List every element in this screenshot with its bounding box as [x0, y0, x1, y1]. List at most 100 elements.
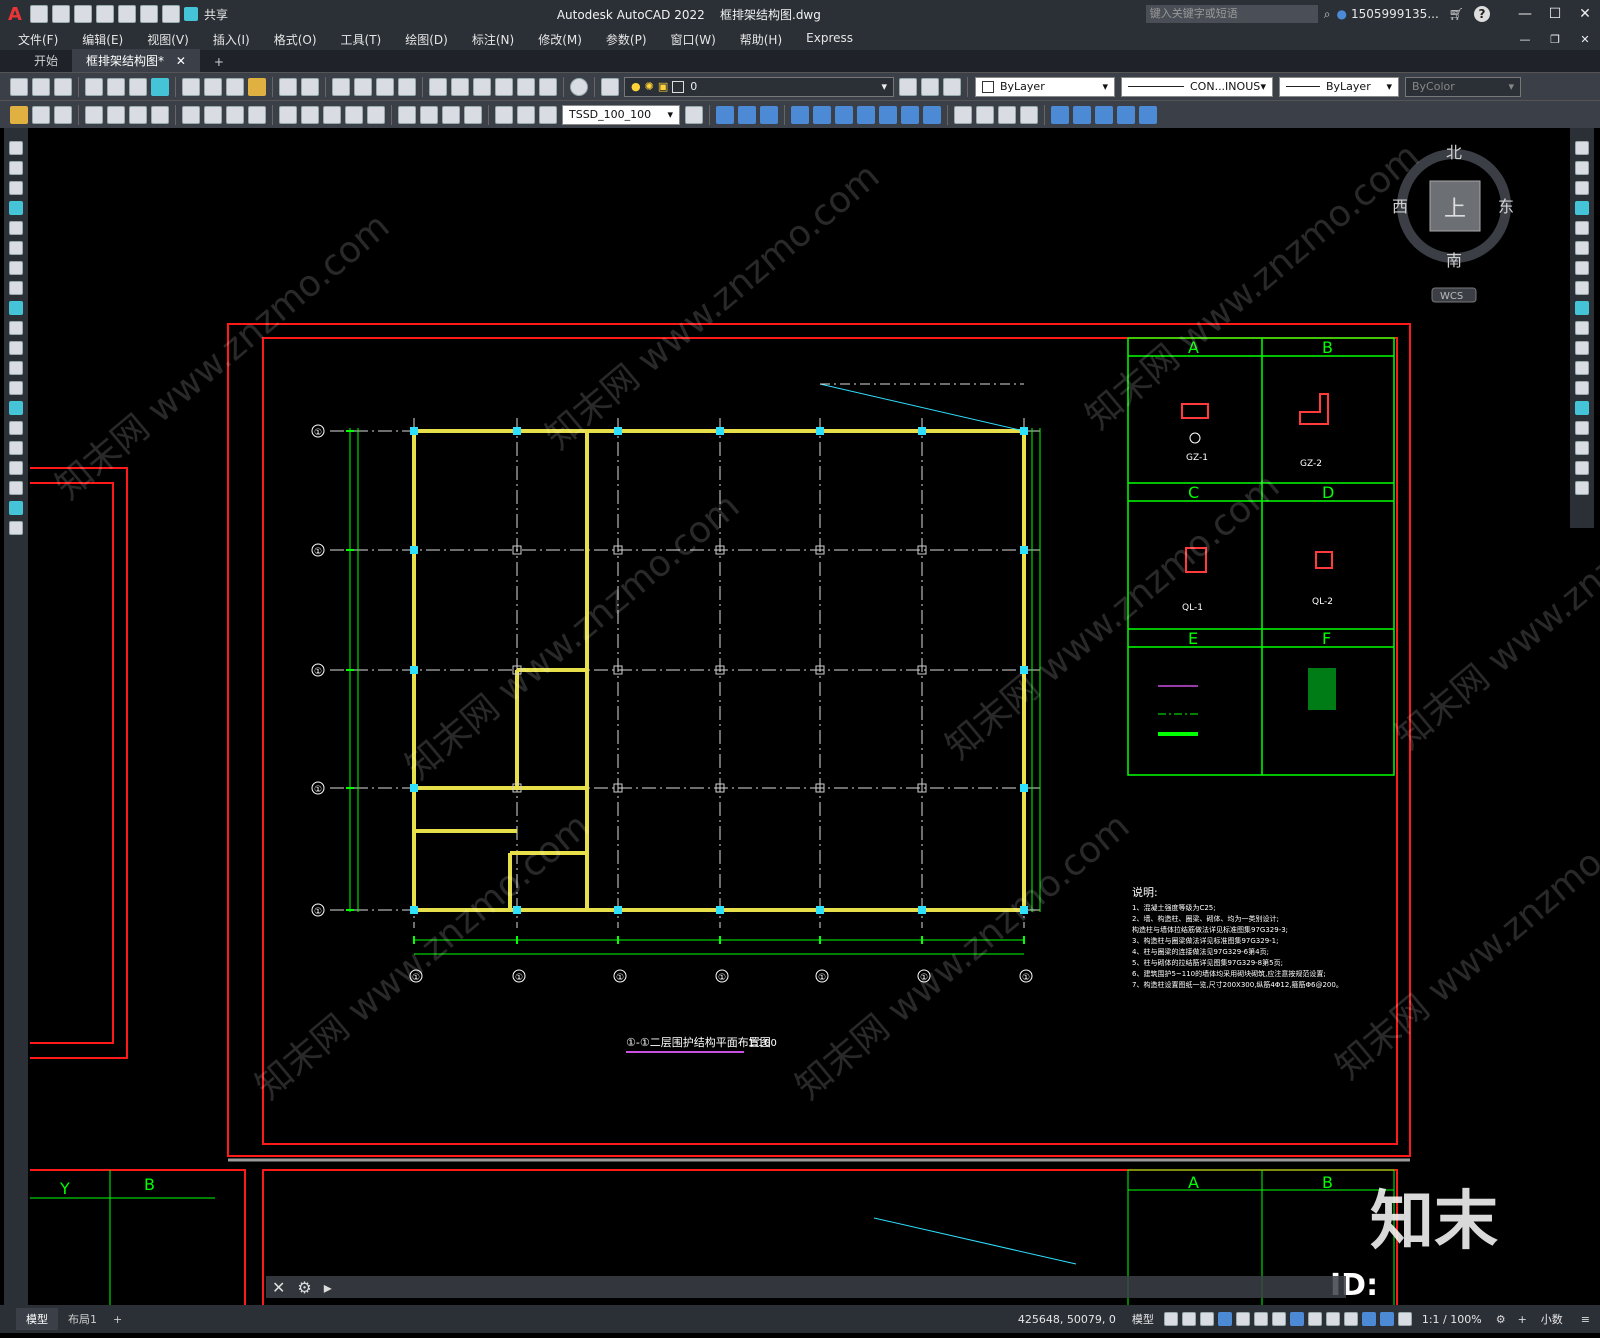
dim-style-icon[interactable]: [685, 105, 703, 124]
doc-minimize-button[interactable]: —: [1510, 33, 1540, 46]
modify-tool-icon[interactable]: [1575, 301, 1589, 315]
wrench-icon[interactable]: ⚙: [297, 1278, 311, 1297]
draw-tool-icon[interactable]: [9, 441, 23, 455]
annotation-visibility-icon[interactable]: [1379, 1312, 1394, 1326]
dim-update-icon[interactable]: [539, 105, 557, 124]
modify-tool-icon[interactable]: [1575, 221, 1589, 235]
dim-edit-icon[interactable]: [495, 105, 513, 124]
menu-item[interactable]: 帮助(H): [728, 31, 794, 48]
menu-item[interactable]: 编辑(E): [70, 31, 135, 48]
selection-cycle-icon[interactable]: [1289, 1312, 1304, 1326]
modify-tool-icon[interactable]: [1575, 341, 1589, 355]
help-icon[interactable]: [570, 77, 588, 96]
draw-tool-icon[interactable]: [9, 401, 23, 415]
qnew-icon[interactable]: [10, 77, 28, 96]
modify-tool-icon[interactable]: [976, 105, 994, 124]
dim-break-icon[interactable]: [367, 105, 385, 124]
snap-icon[interactable]: [1181, 1312, 1196, 1326]
modify-tool-icon[interactable]: [1575, 201, 1589, 215]
calculator-icon[interactable]: [539, 77, 557, 96]
plus-icon[interactable]: +: [1518, 1313, 1527, 1326]
matchprop-icon[interactable]: [248, 77, 266, 96]
modify-tool-icon[interactable]: [1051, 105, 1069, 124]
dim-baseline-icon[interactable]: [301, 105, 319, 124]
search-icon[interactable]: ⌕: [1324, 7, 1331, 22]
dim-space-icon[interactable]: [345, 105, 363, 124]
modify-tool-icon[interactable]: [1575, 361, 1589, 375]
inspection-icon[interactable]: [442, 105, 460, 124]
dim-angular-icon[interactable]: [248, 105, 266, 124]
help-icon[interactable]: ?: [1474, 6, 1490, 22]
layout-tab[interactable]: 布局1: [58, 1308, 107, 1330]
tab-drawing[interactable]: 框排架结构图* ✕: [72, 49, 200, 72]
model-tab[interactable]: 模型: [16, 1308, 58, 1330]
modify-tool-icon[interactable]: [1575, 481, 1589, 495]
undo-icon[interactable]: [139, 5, 158, 23]
cut-icon[interactable]: [182, 77, 200, 96]
modify-tool-icon[interactable]: [1575, 441, 1589, 455]
search-input[interactable]: 键入关键字或短语: [1145, 5, 1318, 23]
draw-tool-icon[interactable]: [9, 281, 23, 295]
osnap-icon[interactable]: [1235, 1312, 1250, 1326]
modify-tool-icon[interactable]: [1575, 321, 1589, 335]
dim-ordinate-icon[interactable]: [151, 105, 169, 124]
model-space-button[interactable]: 模型: [1132, 1311, 1154, 1327]
layer-properties-icon[interactable]: [601, 77, 619, 96]
draw-tool-icon[interactable]: [9, 501, 23, 515]
layer-state-icon[interactable]: [943, 77, 961, 96]
modify-tool-icon[interactable]: [1575, 461, 1589, 475]
autocad-logo[interactable]: A: [8, 4, 22, 25]
zoom-realtime-icon[interactable]: [354, 77, 372, 96]
tolerance-icon[interactable]: [398, 105, 416, 124]
save-icon[interactable]: [73, 5, 92, 23]
layer-dropdown[interactable]: ● ✺ ▣ 0 ▾: [624, 76, 894, 97]
dim-jogged-icon[interactable]: [204, 105, 222, 124]
designcenter-icon[interactable]: [451, 77, 469, 96]
modify-tool-icon[interactable]: [1575, 261, 1589, 275]
modify-tool-icon[interactable]: [1575, 381, 1589, 395]
modify-tool-icon[interactable]: [1095, 105, 1113, 124]
dynamic-ucs-icon[interactable]: [1271, 1312, 1286, 1326]
menu-item[interactable]: Express: [794, 31, 865, 48]
draw-tool-icon[interactable]: [9, 521, 23, 535]
draw-tool-icon[interactable]: [9, 241, 23, 255]
modify-tool-icon[interactable]: [1575, 181, 1589, 195]
dimstyle-dropdown[interactable]: TSSD_100_100 ▾: [562, 104, 680, 125]
dim-linear-icon[interactable]: [85, 105, 103, 124]
print-icon[interactable]: [85, 77, 103, 96]
menu-item[interactable]: 工具(T): [329, 31, 394, 48]
quick-dim-icon[interactable]: [279, 105, 297, 124]
sun-icon[interactable]: ✺: [645, 80, 654, 93]
minimize-button[interactable]: —: [1510, 6, 1540, 22]
pan-icon[interactable]: [332, 77, 350, 96]
dim-arc-icon[interactable]: [129, 105, 147, 124]
modify-tool-icon[interactable]: [923, 105, 941, 124]
isodraft-icon[interactable]: [1361, 1312, 1376, 1326]
modify-tool-icon[interactable]: [1575, 241, 1589, 255]
lineweight-icon[interactable]: [1307, 1312, 1322, 1326]
menu-item[interactable]: 文件(F): [6, 31, 70, 48]
tab-start[interactable]: 开始: [20, 49, 72, 72]
menu-item[interactable]: 修改(M): [526, 31, 594, 48]
tssd-tool-icon[interactable]: [10, 105, 28, 124]
share-icon[interactable]: [183, 7, 198, 21]
modify-tool-icon[interactable]: [716, 105, 734, 124]
coordinates-readout[interactable]: 425648, 50079, 0: [1018, 1313, 1116, 1326]
jogged-linear-icon[interactable]: [464, 105, 482, 124]
annotation-scale-dropdown[interactable]: 1:1 / 100%: [1422, 1313, 1482, 1326]
draw-tool-icon[interactable]: [9, 461, 23, 475]
draw-tool-icon[interactable]: [9, 141, 23, 155]
modify-tool-icon[interactable]: [998, 105, 1016, 124]
modify-tool-icon[interactable]: [1073, 105, 1091, 124]
drawing-canvas[interactable]: ①①①①①①①①①①①① ①-①二层围护结构平面布置图 1:100 ABCDEF…: [30, 128, 1600, 1338]
paste-icon[interactable]: [226, 77, 244, 96]
modify-tool-icon[interactable]: [954, 105, 972, 124]
dim-aligned-icon[interactable]: [107, 105, 125, 124]
properties-icon[interactable]: [429, 77, 447, 96]
gear-icon[interactable]: ⚙: [1496, 1313, 1506, 1326]
plotstyle-dropdown[interactable]: ByColor ▾: [1405, 76, 1521, 97]
layer-previous-icon[interactable]: [921, 77, 939, 96]
open-icon[interactable]: [51, 5, 70, 23]
dim-radius-icon[interactable]: [182, 105, 200, 124]
customize-icon[interactable]: ≡: [1581, 1313, 1590, 1326]
